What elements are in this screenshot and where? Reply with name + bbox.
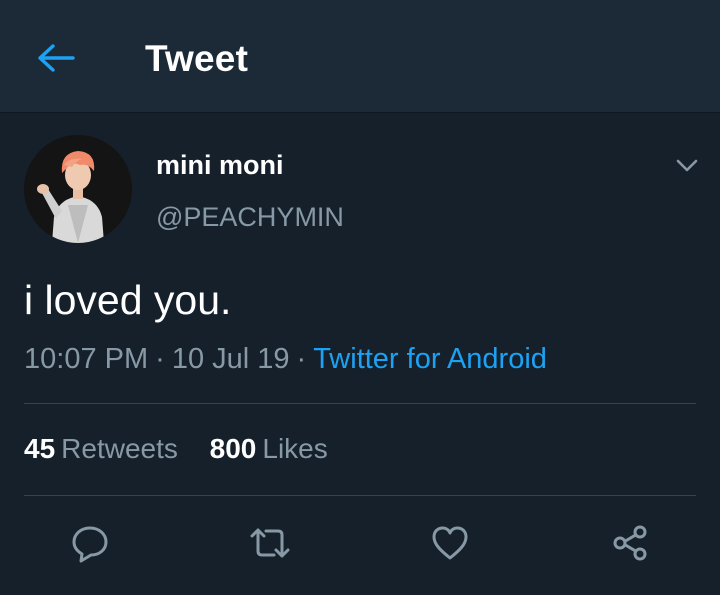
share-icon [613,525,647,561]
meta-separator: · [155,343,165,375]
reply-icon [72,526,108,563]
tweet-metadata: 10:07 PM · 10 Jul 19 · Twitter for Android [24,341,547,377]
retweet-icon [250,528,290,558]
tweet-text: i loved you. [24,277,232,323]
avatar-photo [24,135,132,243]
user-handle[interactable]: @PEACHYMIN [156,200,344,234]
divider [24,495,696,496]
page-title: Tweet [145,38,249,79]
retweets-count: 45 [24,433,56,464]
display-name[interactable]: mini moni [156,148,284,182]
retweet-button[interactable] [246,519,294,567]
app-header: Tweet [0,0,720,113]
share-button[interactable] [606,519,654,567]
chevron-down-icon [676,159,698,172]
avatar[interactable] [24,135,132,243]
tweet-detail: mini moni @PEACHYMIN i loved you. 10:07 … [0,113,720,595]
meta-separator: · [296,343,307,375]
tweet-stats: 45 Retweets 800 Likes [24,431,328,467]
likes-stat[interactable]: 800 Likes [210,431,328,467]
arrow-left-icon [38,44,75,72]
heart-icon [432,526,468,560]
tweet-date: 10 Jul 19 [171,343,290,375]
likes-count: 800 [209,433,257,464]
back-button[interactable] [32,36,78,80]
tweet-time: 10:07 PM [24,343,149,375]
retweets-label: Retweets [61,433,178,464]
likes-label: Likes [262,433,328,464]
tweet-source-link[interactable]: Twitter for Android [313,343,547,375]
tweet-options-button[interactable] [670,149,704,183]
divider [24,403,696,404]
like-button[interactable] [426,519,474,567]
reply-button[interactable] [66,519,114,567]
retweets-stat[interactable]: 45 Retweets [24,431,178,467]
